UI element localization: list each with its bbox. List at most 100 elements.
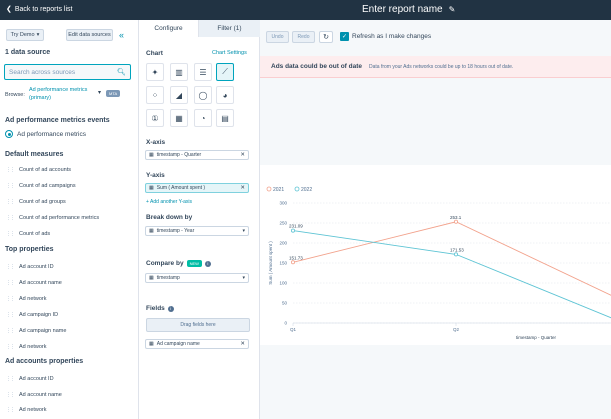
chart-card: 2021 2022 0 50 100 150 200 250 300 Sum ( Amount s…: [260, 165, 611, 345]
mta-badge: MTA: [106, 90, 121, 97]
breakdown-heading: Break down by: [146, 214, 193, 221]
drag-handle-icon[interactable]: ⋮⋮: [6, 407, 15, 413]
list-item[interactable]: ⋮⋮ Count of ads: [6, 231, 50, 237]
drag-handle-icon[interactable]: ⋮⋮: [6, 199, 15, 205]
data-point: [290, 228, 295, 233]
collapse-panel-icon[interactable]: «: [119, 30, 124, 40]
fields-label: Fields: [146, 305, 165, 312]
radio-ad-performance-metrics[interactable]: Ad performance metrics: [5, 130, 86, 138]
item-label: Count of ads: [19, 231, 51, 237]
combo-chart-icon[interactable]: ◔: [194, 109, 212, 127]
list-item[interactable]: ⋮⋮ Count of ad performance metrics: [6, 215, 99, 221]
list-item[interactable]: ⋮⋮ Ad network: [6, 296, 47, 302]
refresh-label: Refresh as I make changes: [352, 33, 432, 40]
list-item[interactable]: ⋮⋮ Ad network: [6, 407, 47, 413]
list-item[interactable]: ⋮⋮ Count of ad campaigns: [6, 183, 76, 189]
kpi-chart-icon[interactable]: ①: [146, 109, 164, 127]
add-yaxis-link[interactable]: + Add another Y-axis: [146, 199, 192, 205]
compare-value: timestamp: [156, 275, 180, 281]
close-icon[interactable]: ✕: [240, 152, 245, 158]
xaxis-field[interactable]: ▦ timestamp - Quarter ✕: [145, 150, 249, 160]
list-item[interactable]: ⋮⋮ Ad campaign ID: [6, 312, 58, 318]
edit-data-sources-button[interactable]: Edit data sources: [66, 29, 113, 41]
horizontal-bar-icon[interactable]: ☰: [194, 63, 212, 81]
drag-handle-icon[interactable]: ⋮⋮: [6, 296, 15, 302]
radio-icon[interactable]: [5, 130, 13, 138]
drag-handle-icon[interactable]: ⋮⋮: [6, 392, 15, 398]
drag-handle-icon[interactable]: ⋮⋮: [6, 215, 15, 221]
field-item[interactable]: ▦ Ad campaign name ✕: [145, 339, 249, 349]
drag-handle-icon[interactable]: ⋮⋮: [6, 344, 15, 350]
yaxis-value: Sum ( Amount spent ): [156, 185, 206, 191]
refresh-checkbox[interactable]: ✓: [340, 32, 349, 41]
drag-handle-icon[interactable]: ⋮⋮: [6, 376, 15, 382]
report-name[interactable]: Enter report name ✎: [362, 4, 455, 15]
refresh-icon[interactable]: ↻: [319, 31, 333, 43]
drag-handle-icon[interactable]: ⋮⋮: [6, 280, 15, 286]
chevron-down-icon[interactable]: ▾: [242, 275, 245, 281]
text-field-icon: ▦: [149, 341, 154, 347]
undo-button[interactable]: Undo: [266, 31, 289, 43]
browse-source-link[interactable]: Ad performance metrics (primary): [29, 86, 97, 102]
breakdown-value: timestamp - Year: [156, 228, 195, 234]
compare-label: Compare by: [146, 260, 184, 267]
list-item[interactable]: ⋮⋮ Ad account ID: [6, 376, 54, 382]
tab-configure[interactable]: Configure: [139, 20, 199, 37]
yaxis-field[interactable]: ▦ Sum ( Amount spent ) ✕: [145, 183, 249, 193]
item-label: Ad campaign ID: [19, 312, 59, 318]
compare-select[interactable]: ▦ timestamp ▾: [145, 273, 249, 283]
bar-chart-icon[interactable]: ▥: [170, 63, 188, 81]
y-tick-label: 100: [279, 281, 287, 286]
chevron-down-icon[interactable]: ▾: [98, 89, 101, 96]
tab-filter[interactable]: Filter (1): [199, 20, 260, 37]
scatter-chart-icon[interactable]: ⁘: [146, 86, 164, 104]
drag-handle-icon[interactable]: ⋮⋮: [6, 312, 15, 318]
drag-handle-icon[interactable]: ⋮⋮: [6, 264, 15, 270]
chart-settings-link[interactable]: Chart Settings: [212, 50, 247, 56]
close-icon[interactable]: ✕: [240, 185, 245, 191]
drag-handle-icon[interactable]: ⋮⋮: [6, 183, 15, 189]
pie-chart-icon[interactable]: ◕: [216, 86, 234, 104]
back-button[interactable]: ❮ Back to reports list: [6, 5, 73, 14]
list-item[interactable]: ⋮⋮ Ad account ID: [6, 264, 54, 270]
compare-heading: Compare by NEW i: [146, 260, 211, 267]
top-properties-heading: Top properties: [5, 246, 54, 253]
default-measures-heading: Default measures: [5, 151, 64, 158]
list-item[interactable]: ⋮⋮ Count of ad groups: [6, 199, 66, 205]
close-icon[interactable]: ✕: [240, 341, 245, 347]
drag-handle-icon[interactable]: ⋮⋮: [6, 167, 15, 173]
list-item[interactable]: ⋮⋮ Ad campaign name: [6, 328, 66, 334]
chevron-down-icon[interactable]: ▾: [242, 228, 245, 234]
info-icon[interactable]: i: [204, 261, 211, 267]
data-point: [290, 260, 295, 265]
fields-drop-zone[interactable]: Drag fields here: [146, 318, 250, 332]
search-icon[interactable]: 🔍︎: [117, 68, 126, 76]
breakdown-select[interactable]: ▦ timestamp - Year ▾: [145, 226, 249, 236]
area-chart-icon[interactable]: ◢: [170, 86, 188, 104]
item-label: Count of ad campaigns: [19, 183, 76, 189]
list-item[interactable]: ⋮⋮ Count of ad accounts: [6, 167, 71, 173]
config-tabs: Configure Filter (1): [139, 20, 260, 37]
info-icon[interactable]: i: [167, 306, 174, 312]
magic-chart-icon[interactable]: ✦: [146, 63, 164, 81]
donut-chart-icon[interactable]: ◯: [194, 86, 212, 104]
redo-button[interactable]: Redo: [292, 31, 315, 43]
y-tick-label: 300: [279, 201, 287, 206]
new-badge: NEW: [186, 260, 202, 267]
y-axis-label: Sum ( Amount spent ): [268, 241, 273, 285]
pivot-chart-icon[interactable]: ▤: [216, 109, 234, 127]
try-demo-button[interactable]: Try Demo ▾: [6, 29, 44, 41]
data-label: 231.09: [289, 224, 303, 229]
drag-handle-icon[interactable]: ⋮⋮: [6, 328, 15, 334]
back-label: Back to reports list: [14, 5, 73, 13]
item-label: Ad network: [19, 296, 47, 302]
list-item[interactable]: ⋮⋮ Ad account name: [6, 392, 62, 398]
search-input[interactable]: [4, 64, 131, 80]
table-chart-icon[interactable]: ▦: [170, 109, 188, 127]
stale-data-alert: Ads data could be out of date Data from …: [260, 56, 611, 78]
drag-handle-icon[interactable]: ⋮⋮: [6, 231, 15, 237]
line-chart-icon[interactable]: ⟋: [216, 63, 234, 81]
list-item[interactable]: ⋮⋮ Ad network: [6, 344, 47, 350]
list-item[interactable]: ⋮⋮ Ad account name: [6, 280, 62, 286]
pencil-icon[interactable]: ✎: [449, 5, 456, 14]
